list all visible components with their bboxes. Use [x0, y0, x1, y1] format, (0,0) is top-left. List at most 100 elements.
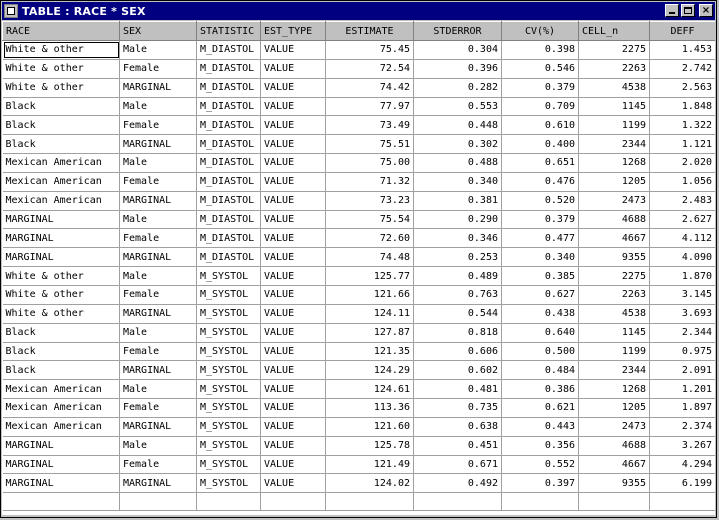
cell-cell-n[interactable]: 2263: [578, 285, 650, 305]
cell-deff[interactable]: 6.199: [649, 473, 715, 494]
close-button[interactable]: ×: [699, 4, 713, 17]
column-header-est-type[interactable]: EST_TYPE: [260, 21, 326, 41]
cell-est-type[interactable]: VALUE: [260, 473, 326, 494]
cell-cv[interactable]: 0.546: [501, 59, 579, 79]
table-row[interactable]: Black MARGINAL M_SYSTOL VALUE 124.29 0.602 0.4…: [2, 360, 715, 381]
cell-estimate[interactable]: 73.49: [325, 115, 414, 136]
cell-race[interactable]: Black: [2, 115, 120, 136]
cell-stderror[interactable]: 0.818: [413, 323, 502, 343]
cell-race[interactable]: Mexican American: [2, 398, 120, 418]
cell-cell-n[interactable]: 2344: [578, 134, 650, 155]
cell-estimate[interactable]: 127.87: [325, 323, 414, 343]
cell-stderror[interactable]: 0.290: [413, 210, 502, 230]
cell-deff[interactable]: 4.294: [649, 455, 715, 475]
cell-cv[interactable]: 0.500: [501, 342, 579, 362]
cell-statistic[interactable]: M_DIASTOL: [196, 247, 261, 268]
cell-est-type[interactable]: VALUE: [260, 247, 326, 268]
cell-cv[interactable]: 0.640: [501, 323, 579, 343]
cell-race[interactable]: White & other: [2, 40, 120, 60]
table-row[interactable]: Black Male M_SYSTOL VALUE 127.87 0.818 0.640 11…: [2, 323, 715, 343]
cell-stderror[interactable]: 0.396: [413, 59, 502, 79]
table-row[interactable]: MARGINAL Female M_DIASTOL VALUE 72.60 0.346 0.…: [2, 228, 715, 249]
cell-sex[interactable]: Female: [119, 59, 197, 79]
table-icon[interactable]: [4, 4, 18, 18]
maximize-button[interactable]: [681, 4, 695, 17]
cell-estimate[interactable]: 125.78: [325, 436, 414, 456]
cell-stderror[interactable]: 0.381: [413, 191, 502, 211]
cell-sex[interactable]: Male: [119, 323, 197, 343]
table-row[interactable]: White & other MARGINAL M_DIASTOL VALUE 74.42…: [2, 78, 715, 98]
cell-stderror[interactable]: 0.340: [413, 172, 502, 192]
cell-estimate[interactable]: 74.42: [325, 78, 414, 98]
cell-cell-n[interactable]: 2473: [578, 191, 650, 211]
cell-cell-n[interactable]: 2344: [578, 360, 650, 381]
cell-sex[interactable]: Female: [119, 115, 197, 136]
cell-cv[interactable]: 0.552: [501, 455, 579, 475]
cell-estimate[interactable]: 124.11: [325, 304, 414, 324]
cell-estimate[interactable]: 77.97: [325, 97, 414, 117]
cell-cell-n[interactable]: 2263: [578, 59, 650, 79]
cell-est-type[interactable]: VALUE: [260, 455, 326, 475]
cell-statistic[interactable]: M_SYSTOL: [196, 398, 261, 418]
cell-cell-n[interactable]: 1199: [578, 115, 650, 136]
cell-estimate[interactable]: 71.32: [325, 172, 414, 192]
empty-cell[interactable]: [649, 492, 715, 512]
cell-cell-n[interactable]: 1205: [578, 398, 650, 418]
cell-estimate[interactable]: 72.54: [325, 59, 414, 79]
cell-race[interactable]: MARGINAL: [2, 210, 120, 230]
cell-estimate[interactable]: 72.60: [325, 228, 414, 249]
cell-sex[interactable]: MARGINAL: [119, 78, 197, 98]
cell-cell-n[interactable]: 4538: [578, 304, 650, 324]
table-row[interactable]: MARGINAL Male M_DIASTOL VALUE 75.54 0.290 0.37…: [2, 210, 715, 230]
cell-statistic[interactable]: M_SYSTOL: [196, 360, 261, 381]
cell-deff[interactable]: 4.112: [649, 228, 715, 249]
cell-cell-n[interactable]: 4538: [578, 78, 650, 98]
table-row[interactable]: Mexican American MARGINAL M_SYSTOL VALUE 121…: [2, 417, 715, 437]
table-row[interactable]: Mexican American Male M_DIASTOL VALUE 75.00 0…: [2, 153, 715, 173]
cell-statistic[interactable]: M_DIASTOL: [196, 191, 261, 211]
cell-deff[interactable]: 1.453: [649, 40, 715, 60]
cell-statistic[interactable]: M_SYSTOL: [196, 266, 261, 286]
empty-cell[interactable]: [119, 492, 197, 512]
cell-estimate[interactable]: 75.51: [325, 134, 414, 155]
cell-race[interactable]: Black: [2, 360, 120, 381]
cell-deff[interactable]: 2.483: [649, 191, 715, 211]
cell-statistic[interactable]: M_DIASTOL: [196, 172, 261, 192]
cell-stderror[interactable]: 0.253: [413, 247, 502, 268]
cell-stderror[interactable]: 0.606: [413, 342, 502, 362]
cell-statistic[interactable]: M_DIASTOL: [196, 153, 261, 173]
empty-cell[interactable]: [196, 492, 261, 512]
empty-cell[interactable]: [578, 492, 650, 512]
table-row[interactable]: White & other MARGINAL M_SYSTOL VALUE 124.11…: [2, 304, 715, 324]
cell-race[interactable]: Black: [2, 97, 120, 117]
cell-race[interactable]: White & other: [2, 59, 120, 79]
cell-statistic[interactable]: M_SYSTOL: [196, 304, 261, 324]
cell-statistic[interactable]: M_DIASTOL: [196, 115, 261, 136]
cell-est-type[interactable]: VALUE: [260, 134, 326, 155]
cell-statistic[interactable]: M_SYSTOL: [196, 417, 261, 437]
cell-sex[interactable]: Female: [119, 285, 197, 305]
cell-sex[interactable]: MARGINAL: [119, 247, 197, 268]
cell-statistic[interactable]: M_SYSTOL: [196, 342, 261, 362]
cell-cv[interactable]: 0.476: [501, 172, 579, 192]
cell-cell-n[interactable]: 4688: [578, 436, 650, 456]
cell-race[interactable]: Mexican American: [2, 153, 120, 173]
table-row[interactable]: Mexican American Female M_DIASTOL VALUE 71.3…: [2, 172, 715, 192]
cell-est-type[interactable]: VALUE: [260, 360, 326, 381]
cell-race[interactable]: MARGINAL: [2, 436, 120, 456]
cell-statistic[interactable]: M_SYSTOL: [196, 323, 261, 343]
cell-deff[interactable]: 1.322: [649, 115, 715, 136]
cell-cell-n[interactable]: 4667: [578, 455, 650, 475]
cell-est-type[interactable]: VALUE: [260, 398, 326, 418]
cell-race[interactable]: Black: [2, 134, 120, 155]
cell-cv[interactable]: 0.477: [501, 228, 579, 249]
cell-sex[interactable]: Male: [119, 436, 197, 456]
cell-est-type[interactable]: VALUE: [260, 97, 326, 117]
cell-sex[interactable]: MARGINAL: [119, 134, 197, 155]
cell-deff[interactable]: 2.091: [649, 360, 715, 381]
cell-sex[interactable]: Female: [119, 228, 197, 249]
cell-est-type[interactable]: VALUE: [260, 228, 326, 249]
cell-statistic[interactable]: M_DIASTOL: [196, 228, 261, 249]
cell-deff[interactable]: 1.897: [649, 398, 715, 418]
cell-cell-n[interactable]: 2473: [578, 417, 650, 437]
